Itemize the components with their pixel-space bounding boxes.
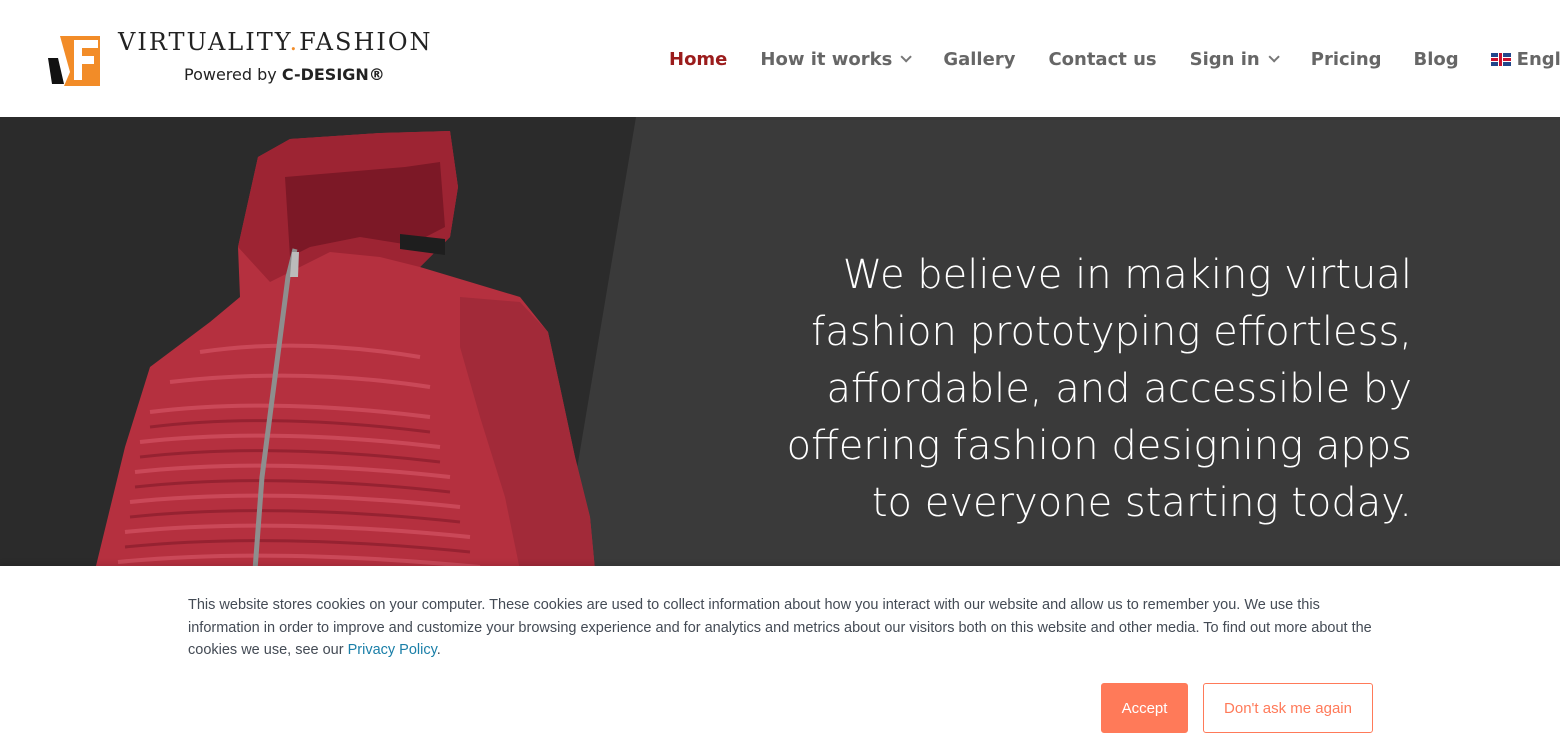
nav-item-home[interactable]: Home <box>669 49 727 70</box>
nav-item-label: Gallery <box>943 48 1016 70</box>
logo-title-prefix: VIRTUALITY <box>118 28 290 56</box>
site-header: VIRTUALITY.FASHION Powered by C-DESIGN® … <box>0 0 1560 117</box>
logo-title-suffix: FASHION <box>299 28 433 56</box>
logo-subtitle: Powered by C-DESIGN® <box>184 65 385 84</box>
logo-mark-icon <box>46 36 100 86</box>
nav-item-label: English <box>1516 48 1560 70</box>
hero-section: We believe in making virtual fashion pro… <box>0 117 1560 570</box>
nav-item-language[interactable]: English <box>1490 48 1560 70</box>
nav-item-label: Contact us <box>1048 48 1157 70</box>
nav-item-pricing[interactable]: Pricing <box>1311 49 1382 70</box>
accept-button[interactable]: Accept <box>1101 683 1188 733</box>
logo-powered-text: Powered by <box>184 65 282 84</box>
cookie-text-end: . <box>436 642 441 658</box>
chevron-down-icon <box>900 51 913 63</box>
logo-powered-brand: C-DESIGN® <box>281 65 385 84</box>
privacy-policy-link[interactable]: Privacy Policy <box>348 642 437 658</box>
site-logo[interactable]: VIRTUALITY.FASHION Powered by C-DESIGN® <box>46 28 456 88</box>
nav-item-how-it-works[interactable]: How it works <box>760 48 913 70</box>
nav-item-sign-in[interactable]: Sign in <box>1189 48 1280 70</box>
logo-title: VIRTUALITY.FASHION <box>118 28 433 56</box>
chevron-down-icon <box>1268 51 1280 63</box>
nav-item-gallery[interactable]: Gallery <box>943 49 1015 70</box>
logo-title-dot: . <box>289 28 300 56</box>
main-nav: Home How it works Gallery Contact us Sig… <box>669 46 1560 72</box>
nav-item-label: Blog <box>1413 48 1459 70</box>
nav-item-contact-us[interactable]: Contact us <box>1048 49 1156 70</box>
uk-flag-icon <box>1490 52 1511 66</box>
nav-item-label: How it works <box>760 48 893 70</box>
nav-item-label: Pricing <box>1310 48 1382 70</box>
dont-ask-again-button[interactable]: Don't ask me again <box>1203 683 1373 733</box>
nav-item-blog[interactable]: Blog <box>1414 49 1459 70</box>
cookie-banner: This website stores cookies on your comp… <box>0 566 1560 755</box>
cookie-banner-text: This website stores cookies on your comp… <box>188 594 1388 662</box>
nav-item-label: Home <box>669 48 728 70</box>
hero-headline: We believe in making virtual fashion pro… <box>786 252 1412 526</box>
nav-item-label: Sign in <box>1189 48 1260 70</box>
